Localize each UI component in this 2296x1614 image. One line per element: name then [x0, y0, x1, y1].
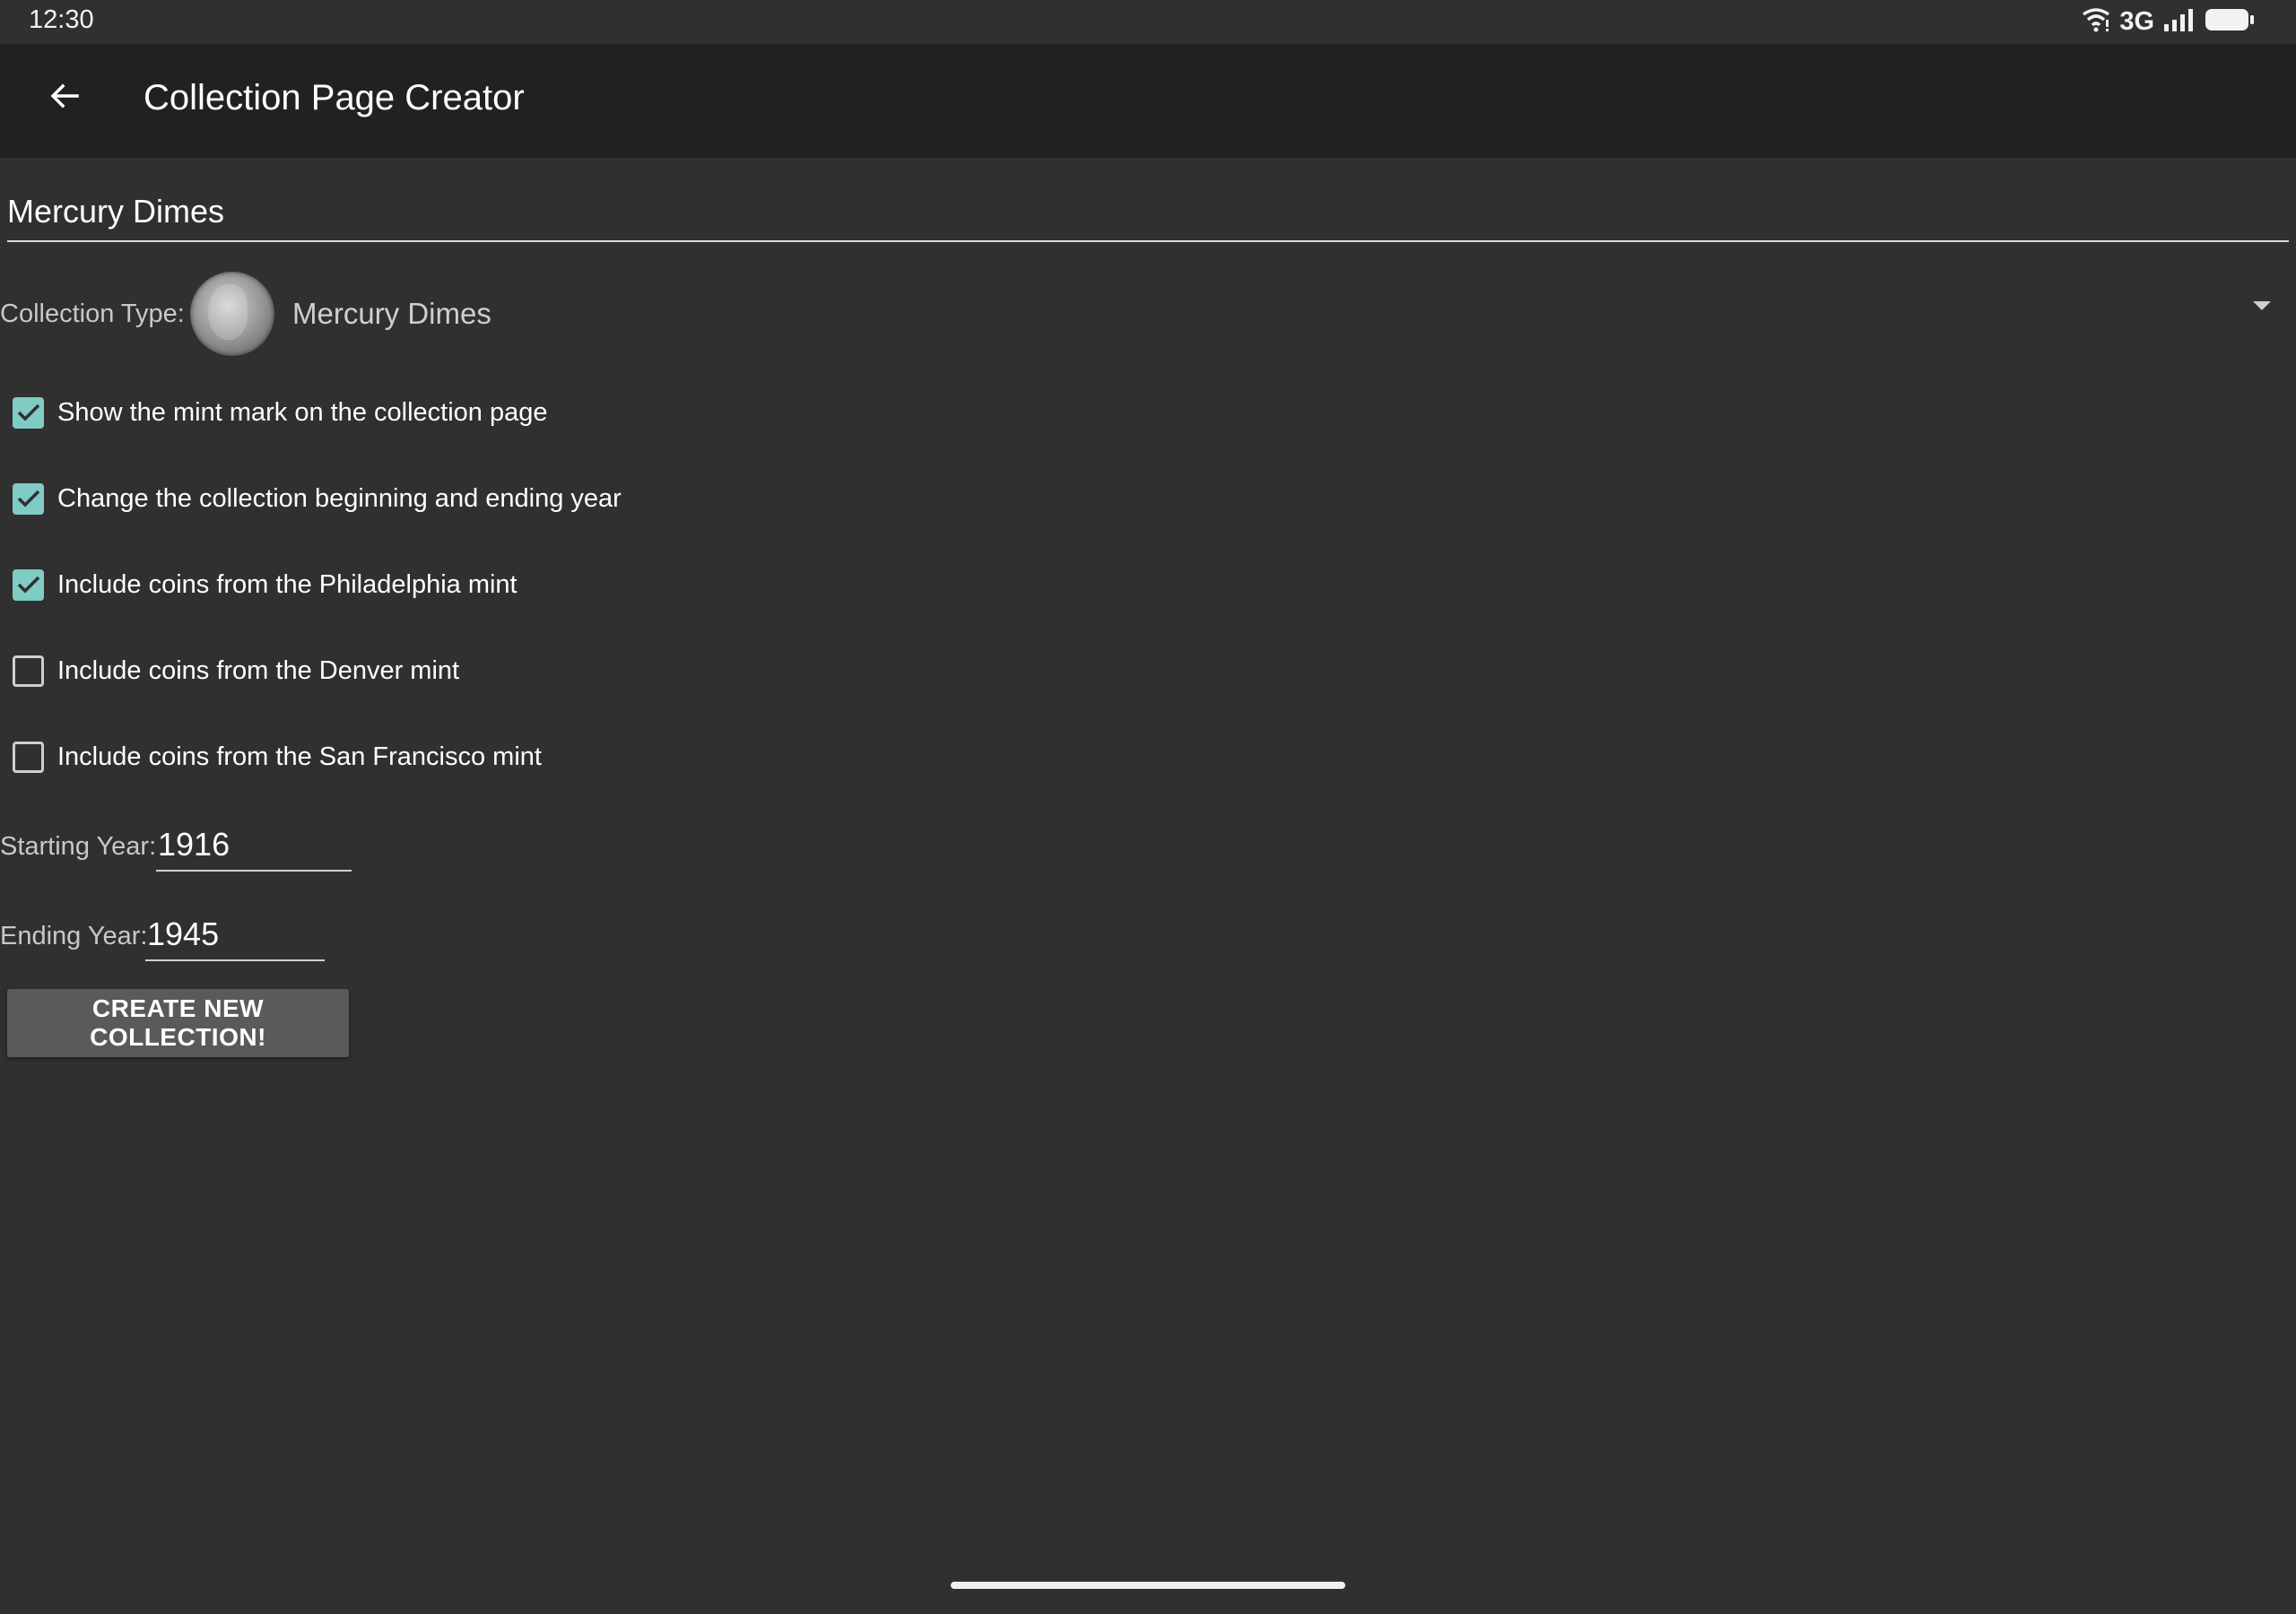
checkbox-unchecked-icon: [13, 741, 44, 773]
checkbox-show-mint-mark[interactable]: Show the mint mark on the collection pag…: [13, 391, 547, 434]
checkbox-checked-icon: [13, 482, 44, 515]
checkbox-san-francisco-mint[interactable]: Include coins from the San Francisco min…: [13, 735, 542, 778]
checkbox-denver-mint[interactable]: Include coins from the Denver mint: [13, 649, 459, 692]
checkbox-label: Show the mint mark on the collection pag…: [57, 397, 548, 427]
checkbox-change-years[interactable]: Change the collection beginning and endi…: [13, 477, 622, 520]
wifi-icon: [2082, 7, 2110, 37]
create-collection-button[interactable]: CREATE NEW COLLECTION!: [7, 989, 349, 1057]
checkbox-label: Include coins from the Denver mint: [57, 655, 460, 685]
ending-year-label: Ending Year:: [0, 922, 148, 950]
collection-type-dropdown[interactable]: Mercury Dimes: [190, 269, 2271, 359]
checkbox-label: Change the collection beginning and endi…: [57, 483, 622, 513]
checkbox-checked-icon: [13, 396, 44, 429]
network-type-label: 3G: [2119, 6, 2154, 36]
status-icons: 3G: [2082, 7, 2255, 36]
checkbox-label: Include coins from the Philadelphia mint: [57, 569, 517, 599]
page-title: Collection Page Creator: [144, 78, 525, 117]
collection-name-field[interactable]: [7, 190, 2289, 242]
app-bar: Collection Page Creator: [0, 44, 2296, 158]
status-time: 12:30: [29, 5, 94, 34]
checkbox-checked-icon: [13, 568, 44, 601]
collection-type-value: Mercury Dimes: [292, 297, 491, 330]
checkbox-label: Include coins from the San Francisco min…: [57, 742, 542, 771]
checkbox-philadelphia-mint[interactable]: Include coins from the Philadelphia mint: [13, 563, 517, 606]
coin-image: [190, 272, 274, 356]
back-button[interactable]: [36, 69, 93, 126]
cellular-signal-icon: [2163, 8, 2196, 36]
home-indicator[interactable]: [951, 1582, 1345, 1589]
dropdown-arrow-icon: [2253, 301, 2271, 310]
collection-type-label: Collection Type:: [0, 299, 185, 328]
starting-year-label: Starting Year:: [0, 832, 157, 861]
arrow-left-icon: [47, 78, 83, 118]
battery-icon: [2205, 7, 2255, 37]
ending-year-field[interactable]: [145, 915, 325, 961]
checkbox-unchecked-icon: [13, 655, 44, 687]
status-bar: 12:30 3G: [0, 0, 2296, 44]
starting-year-field[interactable]: [156, 825, 352, 872]
